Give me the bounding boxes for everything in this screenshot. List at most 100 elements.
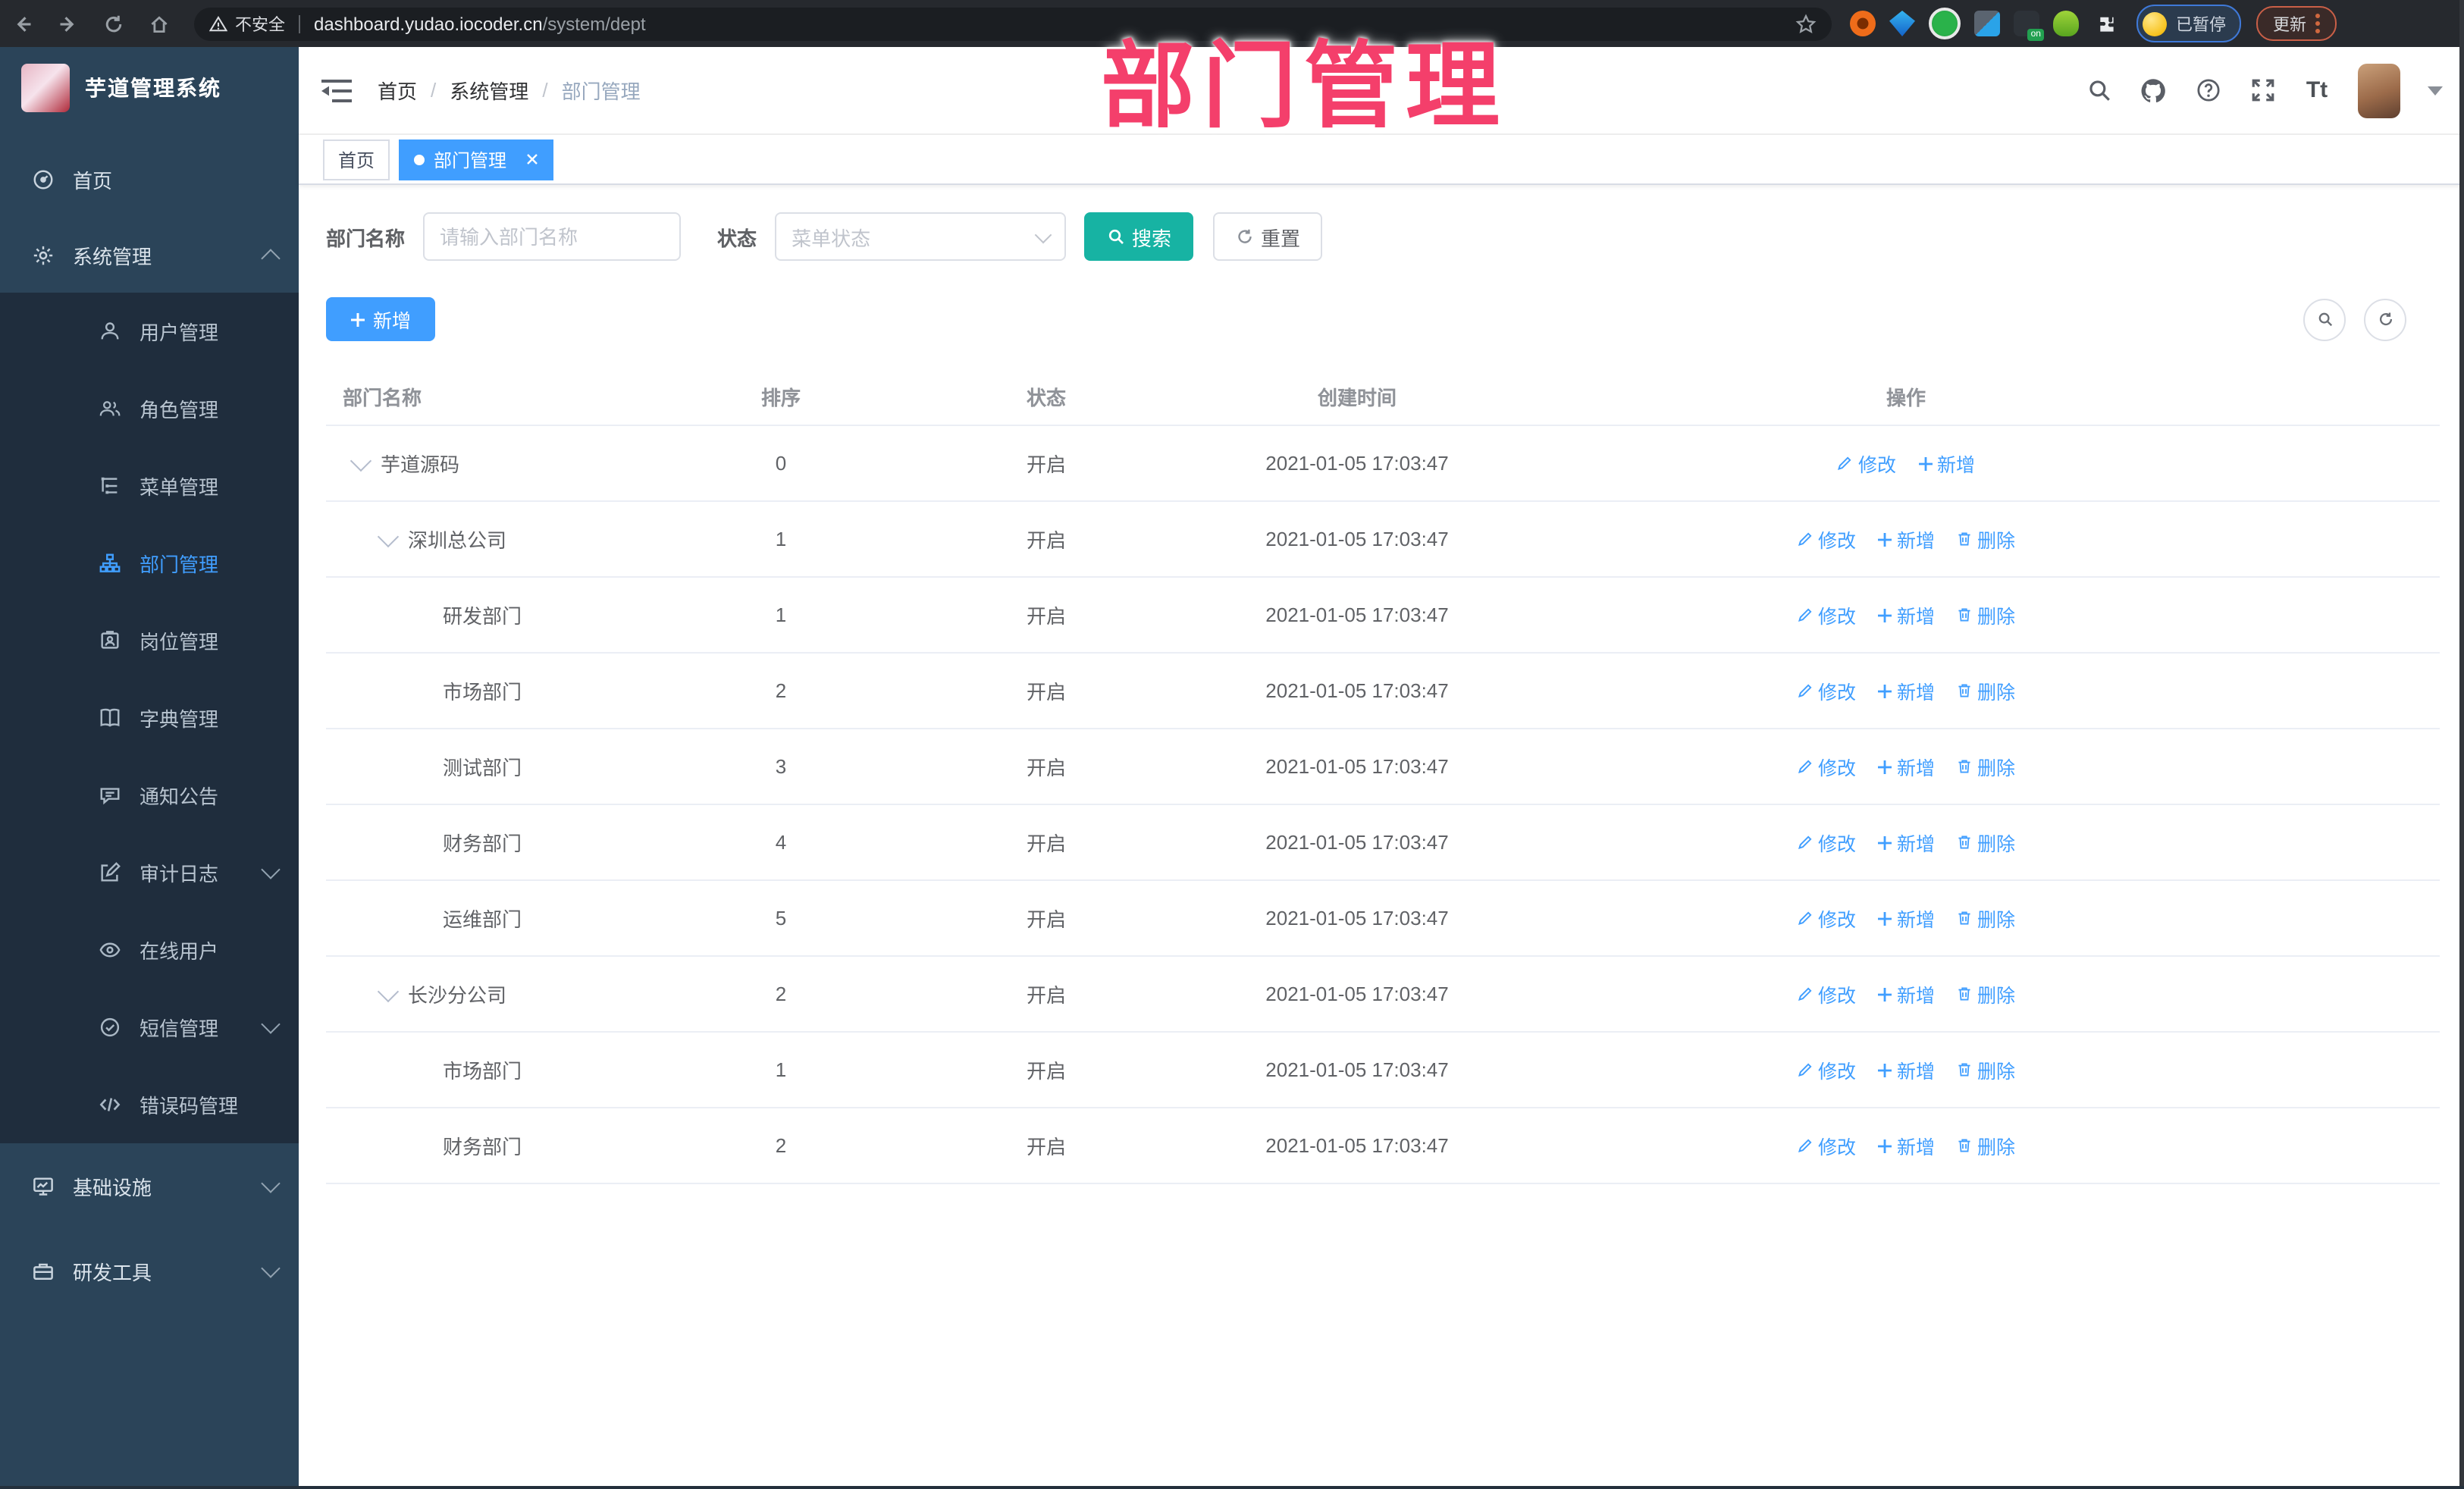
extension-icon-blue-drop[interactable] xyxy=(1889,11,1915,36)
plus-icon xyxy=(350,312,365,326)
delete-link[interactable]: 删除 xyxy=(1956,828,2015,857)
not-secure-indicator[interactable]: 不安全 xyxy=(209,11,285,36)
table-row[interactable]: 研发部门 1 开启 2021-01-05 17:03:47 修改 新增 删除 xyxy=(326,576,2440,652)
edit-link[interactable]: 修改 xyxy=(1837,449,1896,478)
table-toolbar: 新增 xyxy=(326,297,2440,341)
extension-icon-on-badge[interactable]: on xyxy=(2014,11,2044,41)
github-icon[interactable] xyxy=(2140,77,2167,104)
table-row[interactable]: 深圳总公司 1 开启 2021-01-05 17:03:47 修改 新增 删除 xyxy=(326,500,2440,576)
add-link[interactable]: 新增 xyxy=(1917,449,1975,478)
main-area: 首页 / 系统管理 / 部门管理 Tt 首页 部门管理 部门名称 请输入部门名称… xyxy=(299,47,2464,1489)
add-link[interactable]: 新增 xyxy=(1877,525,1935,553)
add-link[interactable]: 新增 xyxy=(1877,1131,1935,1160)
search-mini-button[interactable] xyxy=(2303,298,2346,340)
table-row[interactable]: 芋道源码 0 开启 2021-01-05 17:03:47 修改 新增 xyxy=(326,425,2440,500)
breadcrumb-system[interactable]: 系统管理 xyxy=(450,76,528,105)
extensions-puzzle-icon[interactable] xyxy=(2093,11,2118,36)
edit-link[interactable]: 修改 xyxy=(1797,600,1856,629)
bookmark-star-icon[interactable] xyxy=(1795,13,1817,34)
extension-icon-green-person[interactable] xyxy=(2053,11,2079,36)
expand-arrow-icon[interactable] xyxy=(377,980,400,1002)
tab-home[interactable]: 首页 xyxy=(323,139,390,180)
chrome-update-button[interactable]: 更新 xyxy=(2256,6,2337,41)
delete-link[interactable]: 删除 xyxy=(1956,600,2015,629)
expand-arrow-icon[interactable] xyxy=(350,449,372,472)
sidebar-item-users[interactable]: 用户管理 xyxy=(0,293,299,370)
extension-icon-grid[interactable] xyxy=(1974,11,2000,36)
address-bar[interactable]: 不安全 dashboard.yudao.iocoder.cn/system/de… xyxy=(194,7,1832,40)
delete-link[interactable]: 删除 xyxy=(1956,752,2015,781)
edit-link[interactable]: 修改 xyxy=(1797,980,1856,1008)
add-button[interactable]: 新增 xyxy=(326,297,435,341)
sidebar-item-online-users[interactable]: 在线用户 xyxy=(0,911,299,989)
table-row[interactable]: 市场部门 1 开启 2021-01-05 17:03:47 修改 新增 删除 xyxy=(326,1031,2440,1107)
add-link[interactable]: 新增 xyxy=(1877,1055,1935,1084)
expand-arrow-icon[interactable] xyxy=(377,525,400,547)
sidebar-item-error-codes[interactable]: 错误码管理 xyxy=(0,1066,299,1143)
add-link[interactable]: 新增 xyxy=(1877,752,1935,781)
delete-link[interactable]: 删除 xyxy=(1956,676,2015,705)
edit-link[interactable]: 修改 xyxy=(1797,1131,1856,1160)
add-link[interactable]: 新增 xyxy=(1877,600,1935,629)
table-row[interactable]: 长沙分公司 2 开启 2021-01-05 17:03:47 修改 新增 删除 xyxy=(326,955,2440,1031)
extension-icon-orange[interactable] xyxy=(1850,11,1876,36)
search-button[interactable]: 搜索 xyxy=(1084,212,1194,261)
dept-name-input[interactable] xyxy=(423,212,682,261)
sidebar-item-home[interactable]: 首页 xyxy=(0,141,299,217)
extension-icon-green-check[interactable] xyxy=(1929,8,1961,39)
add-link[interactable]: 新增 xyxy=(1877,980,1935,1008)
help-icon[interactable] xyxy=(2194,77,2221,104)
table-row[interactable]: 财务部门 4 开启 2021-01-05 17:03:47 修改 新增 删除 xyxy=(326,804,2440,879)
trash-icon xyxy=(1958,835,1970,849)
forward-button[interactable] xyxy=(45,5,91,42)
reload-button[interactable] xyxy=(91,5,136,42)
sidebar-item-departments[interactable]: 部门管理 xyxy=(0,525,299,602)
edit-link[interactable]: 修改 xyxy=(1797,752,1856,781)
sidebar-item-dev-tools[interactable]: 研发工具 xyxy=(0,1228,299,1313)
delete-link[interactable]: 删除 xyxy=(1956,525,2015,553)
search-icon[interactable] xyxy=(2085,77,2112,104)
sidebar-item-notice[interactable]: 通知公告 xyxy=(0,757,299,834)
tab-departments[interactable]: 部门管理 xyxy=(399,139,554,180)
status-select[interactable]: 菜单状态 xyxy=(775,212,1067,261)
caret-down-icon[interactable] xyxy=(2428,86,2443,95)
edit-link[interactable]: 修改 xyxy=(1797,828,1856,857)
refresh-mini-button[interactable] xyxy=(2364,298,2406,340)
browser-menu-icon[interactable] xyxy=(2315,14,2320,33)
sidebar-item-roles[interactable]: 角色管理 xyxy=(0,370,299,447)
table-row[interactable]: 测试部门 3 开启 2021-01-05 17:03:47 修改 新增 删除 xyxy=(326,728,2440,804)
sidebar-item-posts[interactable]: 岗位管理 xyxy=(0,602,299,679)
profile-paused-pill[interactable]: 已暂停 xyxy=(2136,5,2241,42)
home-button[interactable] xyxy=(136,5,182,42)
table-row[interactable]: 财务部门 2 开启 2021-01-05 17:03:47 修改 新增 删除 xyxy=(326,1107,2440,1183)
delete-link[interactable]: 删除 xyxy=(1956,1131,2015,1160)
close-icon[interactable] xyxy=(526,153,538,165)
user-avatar[interactable] xyxy=(2358,63,2400,118)
add-link[interactable]: 新增 xyxy=(1877,676,1935,705)
sidebar-item-dict[interactable]: 字典管理 xyxy=(0,679,299,757)
edit-link[interactable]: 修改 xyxy=(1797,676,1856,705)
add-link[interactable]: 新增 xyxy=(1877,904,1935,933)
sidebar-item-menus[interactable]: 菜单管理 xyxy=(0,447,299,525)
app-logo-row[interactable]: 芋道管理系统 xyxy=(0,47,299,129)
table-row[interactable]: 运维部门 5 开启 2021-01-05 17:03:47 修改 新增 删除 xyxy=(326,879,2440,955)
sidebar-item-infrastructure[interactable]: 基础设施 xyxy=(0,1143,299,1228)
back-button[interactable] xyxy=(0,5,45,42)
breadcrumb-home[interactable]: 首页 xyxy=(378,76,417,105)
hamburger-icon[interactable] xyxy=(320,77,353,104)
edit-link[interactable]: 修改 xyxy=(1797,904,1856,933)
edit-icon xyxy=(1798,760,1812,774)
edit-link[interactable]: 修改 xyxy=(1797,1055,1856,1084)
font-size-icon[interactable]: Tt xyxy=(2303,77,2331,104)
reset-button[interactable]: 重置 xyxy=(1213,212,1323,261)
sidebar-item-system[interactable]: 系统管理 xyxy=(0,217,299,293)
delete-link[interactable]: 删除 xyxy=(1956,1055,2015,1084)
table-row[interactable]: 市场部门 2 开启 2021-01-05 17:03:47 修改 新增 删除 xyxy=(326,652,2440,728)
delete-link[interactable]: 删除 xyxy=(1956,904,2015,933)
add-link[interactable]: 新增 xyxy=(1877,828,1935,857)
delete-link[interactable]: 删除 xyxy=(1956,980,2015,1008)
sidebar-item-sms[interactable]: 短信管理 xyxy=(0,989,299,1066)
fullscreen-icon[interactable] xyxy=(2249,77,2276,104)
edit-link[interactable]: 修改 xyxy=(1797,525,1856,553)
sidebar-item-audit-log[interactable]: 审计日志 xyxy=(0,834,299,911)
